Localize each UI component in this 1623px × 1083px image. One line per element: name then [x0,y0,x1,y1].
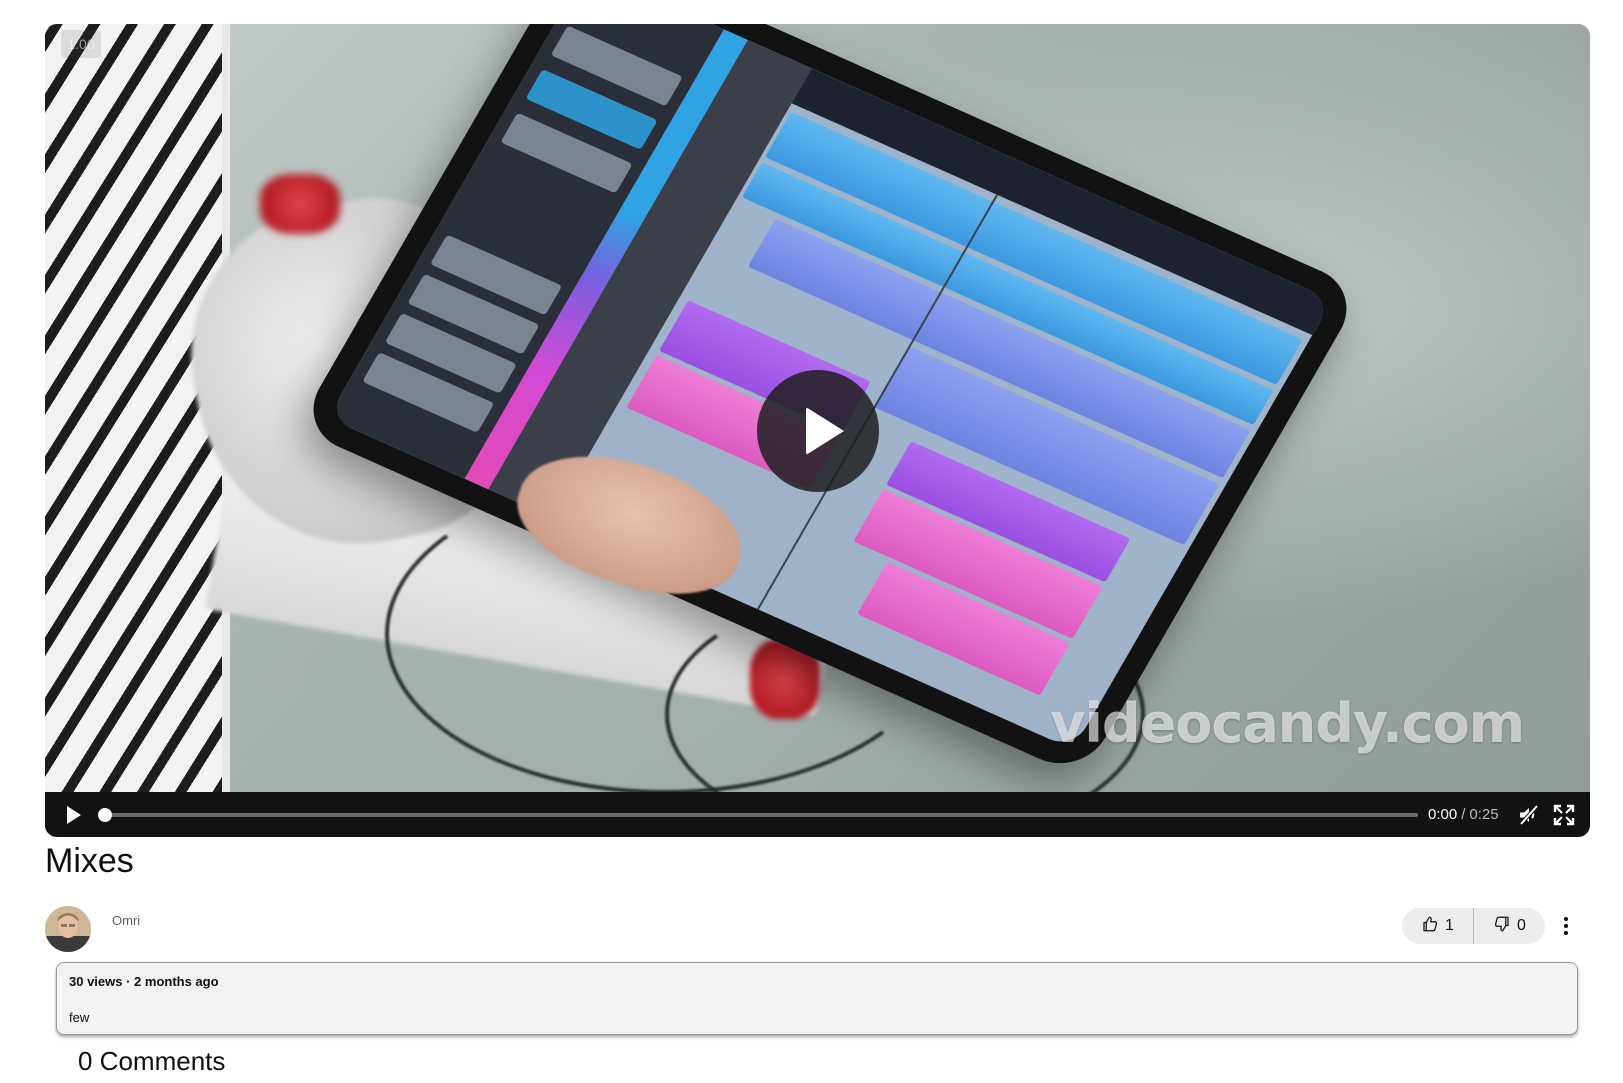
big-play-button[interactable] [757,370,879,492]
author-avatar[interactable] [45,906,91,952]
duration: 0:25 [1469,806,1499,823]
video-title: Mixes [45,842,134,880]
play-icon[interactable] [63,804,85,826]
author-name[interactable]: Omri [112,913,140,928]
fullscreen-icon[interactable] [1552,803,1576,827]
striped-shirt-graphic [45,24,230,837]
video-player[interactable]: videocandy.com 1.00 0:00/0:25 [45,24,1590,837]
red-object-graphic [260,174,340,234]
current-time: 0:00 [1428,806,1458,823]
time-separator: / [1461,806,1466,823]
dislike-button[interactable]: 0 [1474,908,1545,944]
like-count: 1 [1445,917,1454,934]
playback-speed-badge[interactable]: 1.00 [61,30,101,58]
muted-volume-icon[interactable] [1517,803,1541,827]
time-display: 0:00/0:25 [1428,806,1499,823]
thumbs-up-icon [1421,915,1439,938]
video-control-bar: 0:00/0:25 [45,792,1590,837]
more-options-icon[interactable] [1556,912,1576,940]
view-count-and-date: 30 views · 2 months ago [69,974,219,989]
vote-group: 1 0 [1402,908,1545,944]
video-watermark: videocandy.com [1050,692,1525,755]
dislike-count: 0 [1517,917,1526,934]
thumbs-down-icon [1493,915,1511,938]
progress-knob[interactable] [98,808,112,822]
description-box[interactable]: 30 views · 2 months ago few [56,962,1578,1035]
like-button[interactable]: 1 [1402,908,1474,944]
comments-heading: 0 Comments [78,1046,226,1076]
description-text: few [69,1010,90,1025]
progress-bar[interactable] [98,808,1418,822]
